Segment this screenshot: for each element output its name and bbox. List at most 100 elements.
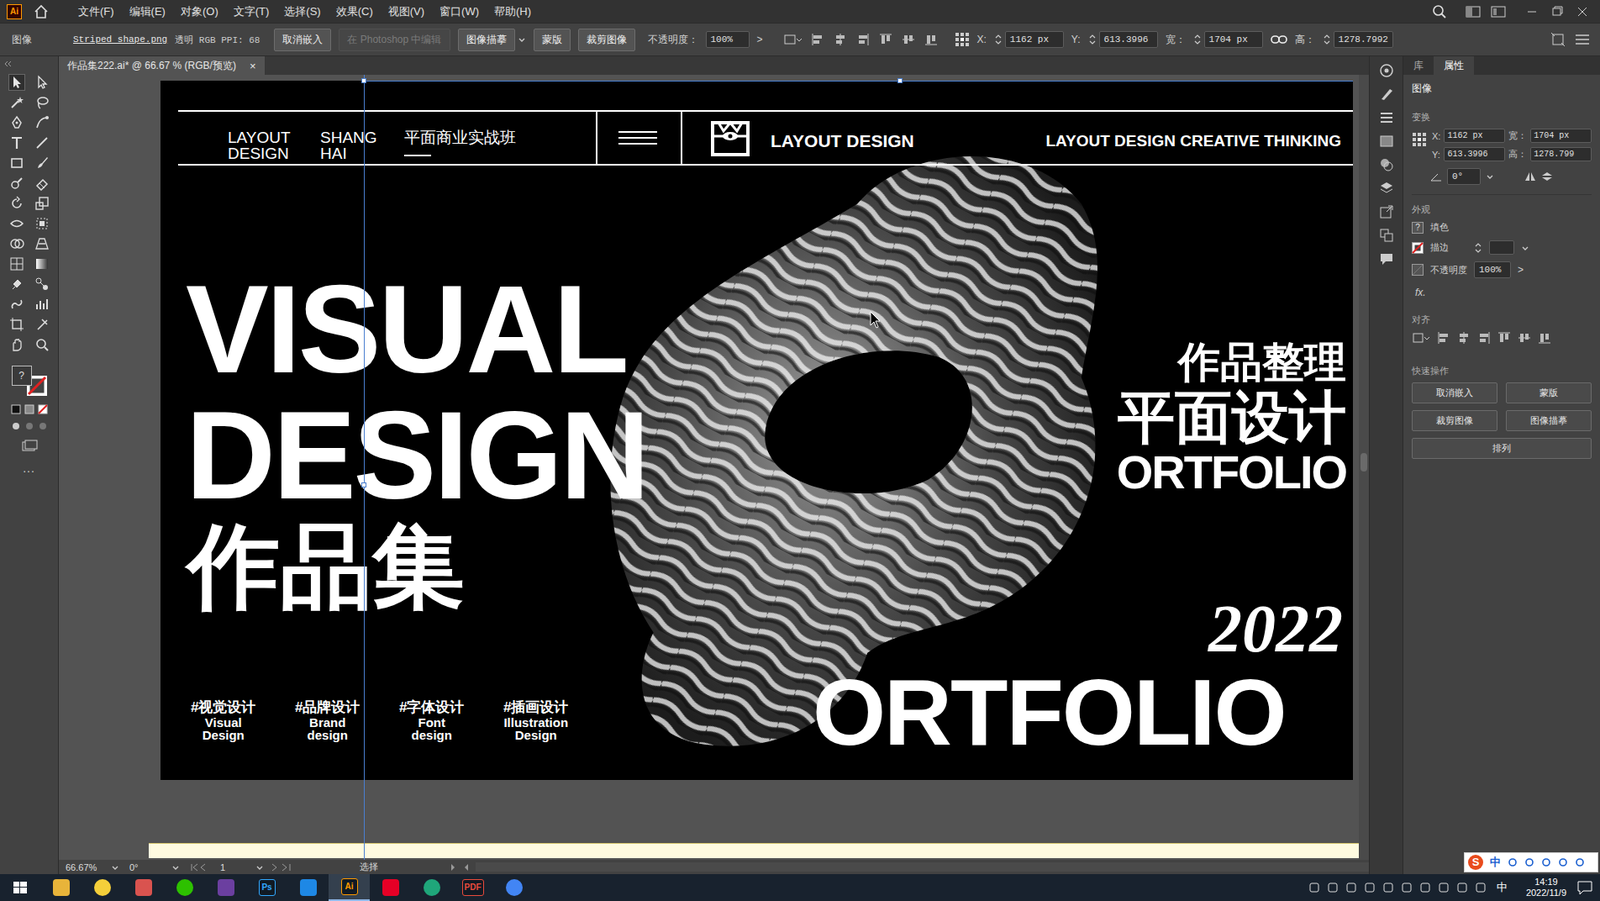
spinner-icon[interactable]: [1322, 33, 1332, 46]
zoom-icon[interactable]: [34, 336, 50, 353]
magic-wand-icon[interactable]: [9, 94, 25, 111]
stroke-weight-field[interactable]: [1489, 240, 1515, 255]
opacity-field[interactable]: 100%: [1473, 261, 1511, 279]
spinner-icon[interactable]: [1473, 242, 1483, 254]
transform-field[interactable]: 1278.799: [1530, 147, 1592, 162]
transform-icon[interactable]: [1550, 31, 1566, 48]
taskbar-app[interactable]: [40, 873, 82, 901]
align-to-icon[interactable]: [782, 31, 803, 48]
draw-mode-icon[interactable]: [10, 421, 22, 432]
notification-icon[interactable]: [1576, 879, 1594, 895]
menu-item[interactable]: 窗口(W): [431, 1, 487, 22]
align-icon[interactable]: [1497, 331, 1511, 345]
rectangle-icon[interactable]: [9, 155, 25, 171]
flip-vertical-icon[interactable]: [1541, 171, 1553, 182]
align-icon[interactable]: [832, 31, 848, 48]
angle-field[interactable]: 0°: [1447, 168, 1481, 185]
appearance-panel-icon[interactable]: [1378, 157, 1395, 173]
tray-icon[interactable]: [1437, 881, 1450, 894]
minimize-icon[interactable]: [1519, 4, 1545, 20]
align-icon[interactable]: [1457, 331, 1471, 345]
blob-brush-icon[interactable]: [9, 175, 25, 191]
align-icon[interactable]: [855, 31, 871, 48]
taskbar-app[interactable]: PDF: [452, 873, 494, 901]
blend-icon[interactable]: [34, 276, 50, 292]
restore-icon[interactable]: [1544, 4, 1570, 20]
transform-field[interactable]: 613.3996: [1088, 31, 1158, 48]
transform-field[interactable]: 1704 px: [1193, 31, 1264, 48]
collapse-icon[interactable]: [4, 59, 55, 69]
ime-tool-icon[interactable]: [1507, 857, 1518, 868]
tray-icon[interactable]: [1308, 881, 1321, 894]
tray-icon[interactable]: [1345, 881, 1358, 894]
home-icon[interactable]: [33, 4, 49, 20]
opacity-more[interactable]: >: [757, 33, 764, 46]
quick-action-button[interactable]: 图像描摹: [1505, 410, 1592, 432]
rotation-field[interactable]: 0°: [129, 862, 167, 873]
lasso-icon[interactable]: [34, 94, 50, 111]
align-icon[interactable]: [1517, 331, 1532, 345]
selection-icon[interactable]: [9, 74, 25, 90]
align-icon[interactable]: [878, 31, 894, 48]
transform-field[interactable]: 613.3996: [1443, 147, 1506, 162]
width-icon[interactable]: [9, 215, 25, 232]
panel-tab[interactable]: 库: [1403, 56, 1434, 75]
taskbar-app[interactable]: [369, 873, 411, 901]
scroll-thumb[interactable]: [1360, 452, 1368, 472]
tray-icon[interactable]: [1363, 881, 1376, 894]
clock[interactable]: 14:192022/11/9: [1526, 876, 1567, 899]
opacity-swatch-icon[interactable]: [1411, 263, 1424, 276]
color-mode-icon[interactable]: [10, 404, 22, 415]
status-arrow-icon[interactable]: [462, 863, 471, 872]
reference-point-icon[interactable]: [1411, 131, 1427, 148]
spinner-icon[interactable]: [1193, 33, 1202, 46]
layers-icon[interactable]: [1378, 180, 1395, 196]
fx-button[interactable]: fx.: [1411, 286, 1592, 299]
symbol-sprayer-icon[interactable]: [9, 296, 25, 312]
menu-item[interactable]: 效果(C): [328, 1, 381, 22]
export-icon[interactable]: [1378, 204, 1395, 220]
shape-builder-icon[interactable]: [9, 236, 25, 252]
control-button[interactable]: 裁剪图像: [578, 28, 636, 52]
taskbar-app[interactable]: [163, 873, 206, 901]
menu-item[interactable]: 文字(T): [226, 1, 278, 22]
vertical-scrollbar[interactable]: [1358, 74, 1369, 860]
dropdown-icon[interactable]: [517, 35, 527, 44]
dropdown-icon[interactable]: [110, 863, 120, 872]
menu-item[interactable]: 帮助(H): [486, 1, 539, 22]
menu-item[interactable]: 对象(O): [173, 1, 227, 22]
ime-tool-icon[interactable]: [1541, 857, 1552, 868]
tray-icon[interactable]: [1326, 881, 1339, 894]
transform-field[interactable]: 1278.7992: [1322, 31, 1394, 48]
fill-swatch[interactable]: ?: [11, 365, 32, 386]
taskbar-app[interactable]: [287, 873, 329, 901]
quick-action-button[interactable]: 蒙版: [1505, 382, 1592, 404]
tray-icon[interactable]: [1456, 881, 1469, 894]
zoom-field[interactable]: 66.67%: [65, 862, 106, 873]
taskbar-app[interactable]: [122, 873, 164, 901]
none-mode-icon[interactable]: [37, 404, 48, 415]
stroke-panel-icon[interactable]: [1378, 110, 1395, 126]
document-tab[interactable]: 作品集222.ai* @ 66.67 % (RGB/预览)×: [58, 56, 265, 75]
align-icon[interactable]: [923, 31, 939, 48]
close-icon[interactable]: [1569, 4, 1595, 20]
taskbar-app[interactable]: [81, 873, 123, 901]
taskbar-app[interactable]: Ps: [246, 873, 288, 901]
curvature-icon[interactable]: [34, 115, 50, 131]
column-graph-icon[interactable]: [34, 296, 50, 312]
horizontal-scrollbar[interactable]: [475, 862, 1369, 872]
align-icon[interactable]: [1436, 331, 1451, 345]
align-to-icon[interactable]: [1411, 331, 1431, 345]
mesh-icon[interactable]: [9, 256, 25, 272]
direct-selection-icon[interactable]: [34, 74, 50, 90]
perspective-grid-icon[interactable]: [34, 236, 50, 252]
link-icon[interactable]: [1270, 33, 1288, 46]
draw-mode-icon[interactable]: [24, 421, 35, 432]
eraser-icon[interactable]: [34, 175, 50, 191]
dropdown-icon[interactable]: [255, 863, 264, 872]
control-button[interactable]: 取消嵌入: [273, 28, 332, 52]
taskbar-app[interactable]: [205, 873, 247, 901]
transform-field[interactable]: 1704 px: [1530, 128, 1592, 143]
striped-shape-image[interactable]: [602, 142, 1102, 755]
ime-bar[interactable]: S中: [1463, 852, 1599, 873]
